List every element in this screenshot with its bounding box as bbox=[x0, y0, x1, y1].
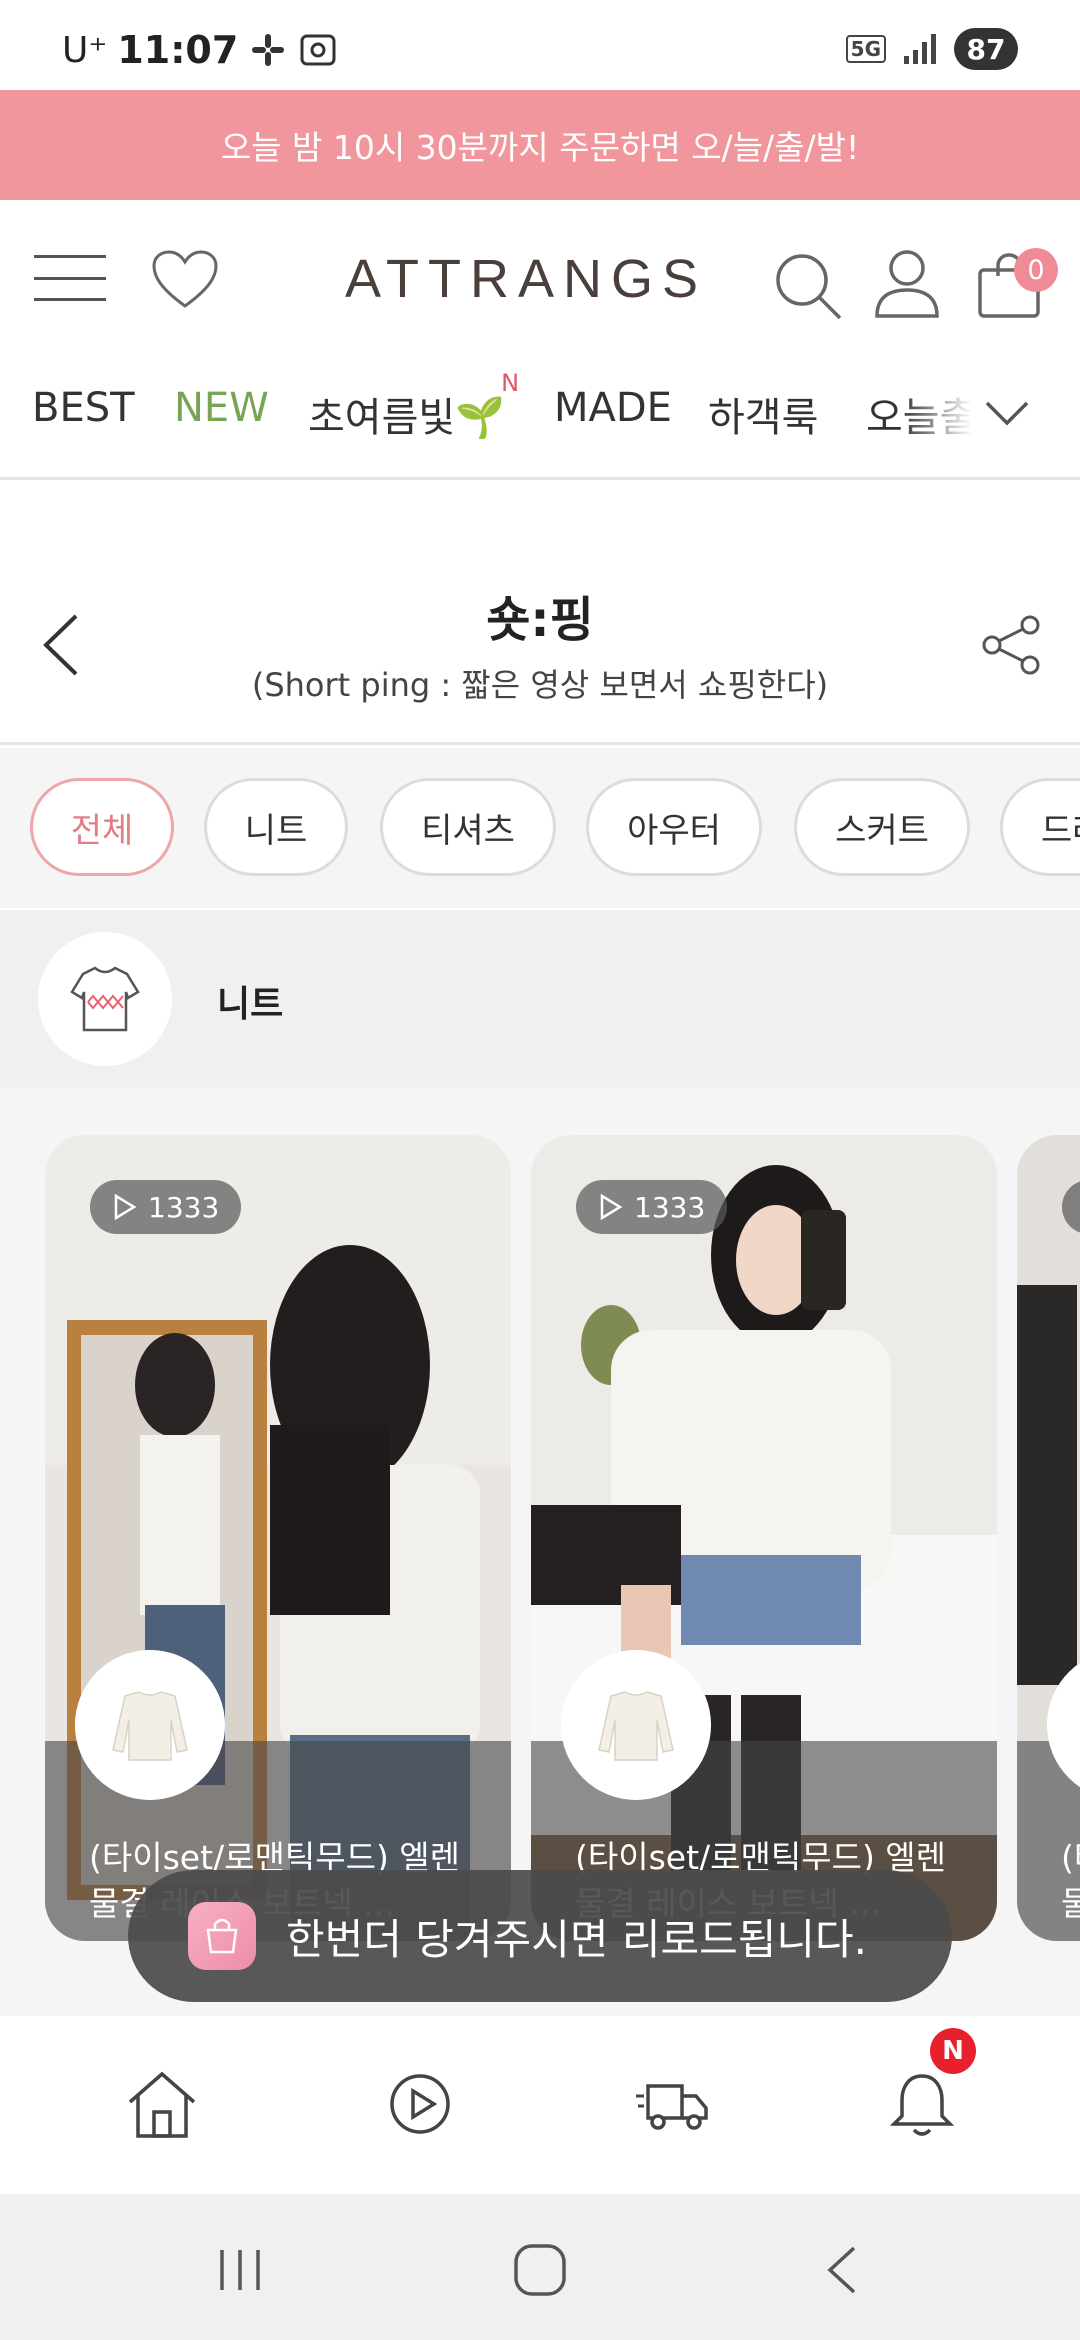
play-icon bbox=[600, 1193, 623, 1221]
app-header: ATTRANGS 0 bbox=[0, 200, 1080, 355]
chip-tshirt[interactable]: 티셔츠 bbox=[380, 778, 556, 876]
category-new[interactable]: NEW bbox=[174, 385, 269, 431]
video-card[interactable]: 1333 (타이set/로맨틱무드) 엘렌 물결 레이스 보트넥 ... bbox=[45, 1135, 511, 1941]
bell-icon[interactable] bbox=[884, 2066, 960, 2142]
category-made[interactable]: MADE bbox=[554, 385, 672, 431]
bottom-nav bbox=[0, 2016, 1080, 2194]
delivery-truck-icon[interactable] bbox=[634, 2066, 710, 2142]
view-count: 1333 bbox=[634, 1190, 706, 1224]
system-back-icon[interactable] bbox=[812, 2242, 872, 2298]
chip-dress[interactable]: 드레스 bbox=[1000, 778, 1080, 876]
play-icon bbox=[114, 1193, 137, 1221]
search-icon[interactable] bbox=[772, 250, 844, 322]
knit-sweater-icon bbox=[38, 932, 172, 1066]
heart-icon[interactable] bbox=[150, 248, 220, 312]
share-icon[interactable] bbox=[980, 615, 1044, 675]
chevron-down-icon[interactable] bbox=[982, 393, 1032, 433]
signal-icon bbox=[904, 34, 936, 64]
notification-badge: N bbox=[930, 2028, 976, 2074]
carrier-label: U⁺ bbox=[62, 29, 108, 71]
video-card[interactable]: 1333 (타이set/로맨틱무드) 엘렌 물결 레이스 보트넥 ... bbox=[1017, 1135, 1080, 1941]
view-count: 1333 bbox=[148, 1190, 220, 1224]
category-early-summer-label: 초여름빛🌱 bbox=[308, 395, 506, 441]
chip-all[interactable]: 전체 bbox=[30, 778, 174, 876]
section-header: 니트 bbox=[0, 910, 1080, 1088]
system-nav-bar bbox=[0, 2194, 1080, 2340]
recent-apps-icon[interactable] bbox=[210, 2242, 270, 2298]
category-early-summer[interactable]: 초여름빛🌱 N bbox=[308, 369, 519, 443]
product-title: (타이set/로맨틱무드) 엘렌 물결 레이스 보트넥 ... bbox=[1061, 1838, 1080, 1923]
screenshot-icon bbox=[300, 34, 336, 66]
page-title: 숏:핑 bbox=[486, 592, 594, 648]
chip-outer[interactable]: 아우터 bbox=[586, 778, 762, 876]
category-wedding-guest[interactable]: 하객룩 bbox=[708, 385, 818, 443]
slack-icon bbox=[252, 34, 285, 66]
battery-indicator: 87 bbox=[954, 28, 1018, 70]
video-card[interactable]: 1333 (타이set/로맨틱무드) 엘렌 물결 레이스 보트넥 ... bbox=[531, 1135, 997, 1941]
status-bar: U⁺ 11:07 5G 87 bbox=[0, 0, 1080, 90]
chip-skirt[interactable]: 스커트 bbox=[794, 778, 970, 876]
clock: 11:07 bbox=[117, 28, 239, 72]
category-nav: BEST NEW 초여름빛🌱 N MADE 하객룩 오늘출 bbox=[0, 355, 1080, 480]
home-icon[interactable] bbox=[124, 2066, 200, 2142]
attrangs-app-icon bbox=[188, 1902, 256, 1970]
brand-logo[interactable]: ATTRANGS bbox=[345, 248, 707, 310]
cart-count-badge: 0 bbox=[1014, 248, 1058, 292]
page-header: 숏:핑 (Short ping : 짧은 영상 보면서 쇼핑한다) bbox=[0, 480, 1080, 745]
promo-banner[interactable]: 오늘 밤 10시 30분까지 주문하면 오/늘/출/발! bbox=[0, 90, 1080, 200]
chip-knit[interactable]: 니트 bbox=[204, 778, 348, 876]
reload-toast: 한번더 당겨주시면 리로드됩니다. bbox=[128, 1870, 952, 2002]
page-subtitle: (Short ping : 짧은 영상 보면서 쇼핑한다) bbox=[251, 666, 829, 704]
filter-chips: 전체 니트 티셔츠 아우터 스커트 드레스 bbox=[0, 748, 1080, 908]
view-count-badge: 1333 bbox=[576, 1180, 728, 1234]
product-thumbnail[interactable] bbox=[561, 1650, 711, 1800]
user-icon[interactable] bbox=[874, 248, 940, 320]
home-button-icon[interactable] bbox=[510, 2242, 570, 2298]
product-thumbnail[interactable] bbox=[75, 1650, 225, 1800]
new-superscript: N bbox=[501, 369, 520, 397]
network-type-icon: 5G bbox=[845, 35, 886, 63]
video-play-icon[interactable] bbox=[382, 2066, 458, 2142]
menu-icon[interactable] bbox=[34, 255, 106, 301]
section-label: 니트 bbox=[217, 984, 284, 1025]
view-count-badge: 1333 bbox=[90, 1180, 242, 1234]
toast-message: 한번더 당겨주시면 리로드됩니다. bbox=[286, 1914, 868, 1964]
category-best[interactable]: BEST bbox=[32, 385, 135, 431]
